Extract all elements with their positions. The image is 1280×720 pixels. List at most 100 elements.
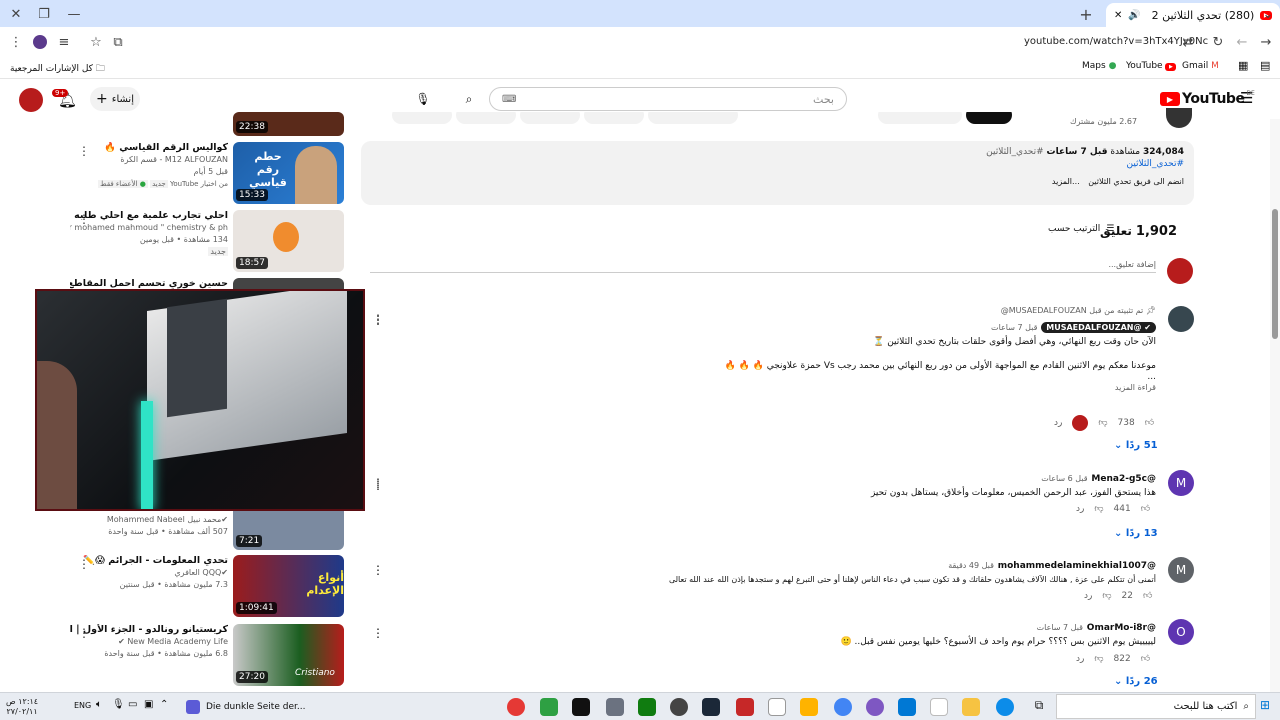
new-tab-icon[interactable]: + [1074, 2, 1098, 26]
file-icon[interactable] [768, 698, 786, 716]
video-menu-icon[interactable]: ⋮ [78, 212, 90, 226]
add-comment-input[interactable]: إضافة تعليق... [370, 260, 1156, 273]
search-input[interactable]: بحث ⌨ [489, 87, 847, 111]
tab-search-icon[interactable]: ⌄ [1256, 2, 1280, 26]
search-icon[interactable]: ⌕ [451, 87, 487, 111]
app-icon[interactable] [800, 698, 818, 716]
hashtag-link[interactable]: #تحدي_الثلاثين [371, 159, 1184, 169]
taskbar-running-app[interactable]: Die dunkle Seite der... [186, 697, 306, 717]
close-window-icon[interactable]: ✕ [4, 2, 28, 26]
subscribe-button[interactable] [966, 112, 1012, 124]
app-icon[interactable] [898, 698, 916, 716]
description-box[interactable]: 324,084 مشاهدة قبل 7 ساعات #تحدي_الثلاثي… [361, 141, 1194, 205]
video-thumbnail[interactable]: أنواع الإعدام 1:09:41 [233, 555, 344, 617]
video-thumbnail[interactable]: Cristiano 27:20 [233, 624, 344, 686]
view-replies[interactable]: 26 ردًا ⌄ [1114, 676, 1158, 687]
video-menu-icon[interactable]: ⋮ [78, 626, 90, 640]
steam-icon[interactable] [702, 698, 720, 716]
video-menu-icon[interactable]: ⋮ [78, 557, 90, 571]
miniplayer-menu-icon[interactable]: ⋮ [372, 313, 384, 327]
like-icon[interactable]: 👍︎ [1143, 591, 1152, 601]
dislike-icon[interactable]: 👎︎ [1102, 591, 1111, 601]
view-replies[interactable]: 51 ردًا ⌄ [1114, 440, 1158, 451]
youtube-logo[interactable]: ▶ YouTube DE [1160, 90, 1255, 107]
video-thumbnail[interactable]: 22:38 [233, 112, 344, 136]
bookmark-star-icon[interactable]: ☆ [84, 30, 108, 54]
reply-button[interactable]: رد [1084, 591, 1092, 601]
video-item[interactable]: أنواع الإعدام 1:09:41 تحدي المعلومات - ا… [70, 555, 350, 621]
chrome-menu-icon[interactable]: ⋮ [4, 30, 28, 54]
voice-search-icon[interactable]: 🎙︎ [411, 87, 435, 111]
reading-list-icon[interactable]: ≡ [52, 30, 76, 54]
more-button[interactable]: ...المزيد [1052, 177, 1080, 186]
edge-icon[interactable] [996, 698, 1014, 716]
tiktok-icon[interactable] [572, 698, 590, 716]
mic-tray-icon[interactable]: 🎙︎ [112, 699, 125, 710]
forward-icon[interactable]: ← [1230, 30, 1254, 54]
all-bookmarks[interactable]: 🗀 كل الإشارات المرجعية [10, 61, 105, 77]
video-menu-icon[interactable]: ⋮ [78, 144, 90, 158]
dislike-icon[interactable]: 👎︎ [1094, 654, 1103, 664]
bookmark-youtube[interactable]: YouTube ▶ [1126, 61, 1177, 71]
reload-icon[interactable]: ↻ [1206, 30, 1230, 54]
apps-grid-icon[interactable]: ▦ [1238, 59, 1248, 72]
like-icon[interactable]: 👍︎ [1145, 418, 1154, 428]
reply-button[interactable]: رد [1076, 654, 1084, 664]
bookmark-gmail[interactable]: Gmail M [1182, 61, 1219, 71]
chrome-icon[interactable] [834, 698, 852, 716]
create-button[interactable]: + إنشاء [90, 87, 140, 111]
download-button[interactable] [456, 112, 516, 124]
video-channel[interactable]: New Media Academy Life ✔ [70, 636, 228, 648]
dislike-icon[interactable]: 👎︎ [1098, 418, 1107, 428]
display-icon[interactable]: ▣ [144, 699, 153, 710]
language-indicator[interactable]: ENG [74, 701, 91, 710]
comment-avatar[interactable]: M [1168, 557, 1194, 583]
join-button[interactable] [878, 112, 962, 124]
restore-window-icon[interactable]: ❐ [32, 2, 56, 26]
account-avatar[interactable] [19, 88, 43, 112]
dislike-icon[interactable]: 👎︎ [1094, 504, 1103, 514]
view-replies[interactable]: 13 ردًا ⌄ [1114, 528, 1158, 539]
file-explorer-icon[interactable] [962, 698, 980, 716]
cast-icon[interactable]: ⧉ [106, 30, 130, 54]
volume-icon[interactable]: 🔈︎ [96, 699, 102, 710]
tab-groups-icon[interactable]: ▤ [1260, 59, 1270, 72]
video-item[interactable]: 22:38 [70, 112, 350, 136]
like-icon[interactable]: 👍︎ [1141, 504, 1150, 514]
video-channel[interactable]: ✔محمد نبيل Mohammed Nabeel [70, 514, 228, 526]
video-channel[interactable]: Dr mohamed mahmoud " chemistry & ph... [70, 222, 228, 234]
reply-button[interactable]: رد [1076, 504, 1084, 514]
like-icon[interactable]: 👍︎ [1141, 654, 1150, 664]
tab-close-icon[interactable]: ✕ [1114, 10, 1122, 21]
task-view-icon[interactable]: ⧉ [1030, 698, 1048, 716]
keyboard-icon[interactable]: ⌨ [502, 94, 516, 105]
clock[interactable]: ١٢:١٤ ص ٢٧/٠٢/١١ [6, 697, 38, 717]
like-dislike-button[interactable] [648, 112, 738, 124]
video-channel[interactable]: ✔QQQ العافري [70, 567, 228, 579]
taskbar-search[interactable]: ⌕ اكتب هنا للبحث [1056, 694, 1256, 719]
video-menu-icon[interactable]: ⋮ [372, 478, 384, 492]
app-icon[interactable] [606, 698, 624, 716]
video-thumbnail[interactable]: 18:57 [233, 210, 344, 272]
comment-author[interactable]: @OmarMo-i8r [1087, 623, 1156, 633]
save-button[interactable] [584, 112, 644, 124]
comment-menu-icon[interactable]: ⋮ [372, 563, 384, 577]
profile-avatar[interactable] [28, 30, 52, 54]
video-item[interactable]: 7:21 ✔محمد نبيل Mohammed Nabeel 507 ألف … [70, 508, 350, 552]
app-icon[interactable] [736, 698, 754, 716]
comment-author[interactable]: @mohammedelaminekhial1007 [998, 561, 1156, 571]
back-icon[interactable]: → [1254, 30, 1278, 54]
tab-youtube[interactable]: ▶ (280) تحدي الثلاثين 2 | دور ال 🔊 ✕ [1106, 3, 1280, 27]
comment-avatar[interactable]: M [1168, 470, 1194, 496]
comment-author[interactable]: @Mena2-g5c [1091, 474, 1156, 484]
app-icon[interactable] [670, 698, 688, 716]
tray-expand-icon[interactable]: ⌃ [160, 699, 168, 710]
video-channel[interactable]: M12 ALFOUZAN - قسم الكرة [70, 154, 228, 166]
page-scrollbar[interactable] [1270, 119, 1280, 692]
xbox-icon[interactable] [638, 698, 656, 716]
video-thumbnail[interactable]: 7:21 [233, 508, 344, 550]
read-more-button[interactable]: قراءة المزيد [716, 383, 1156, 392]
windows-start-icon[interactable]: ⊞ [1260, 698, 1270, 712]
bookmark-maps[interactable]: Maps ● [1082, 61, 1116, 71]
miniplayer[interactable] [35, 289, 365, 511]
